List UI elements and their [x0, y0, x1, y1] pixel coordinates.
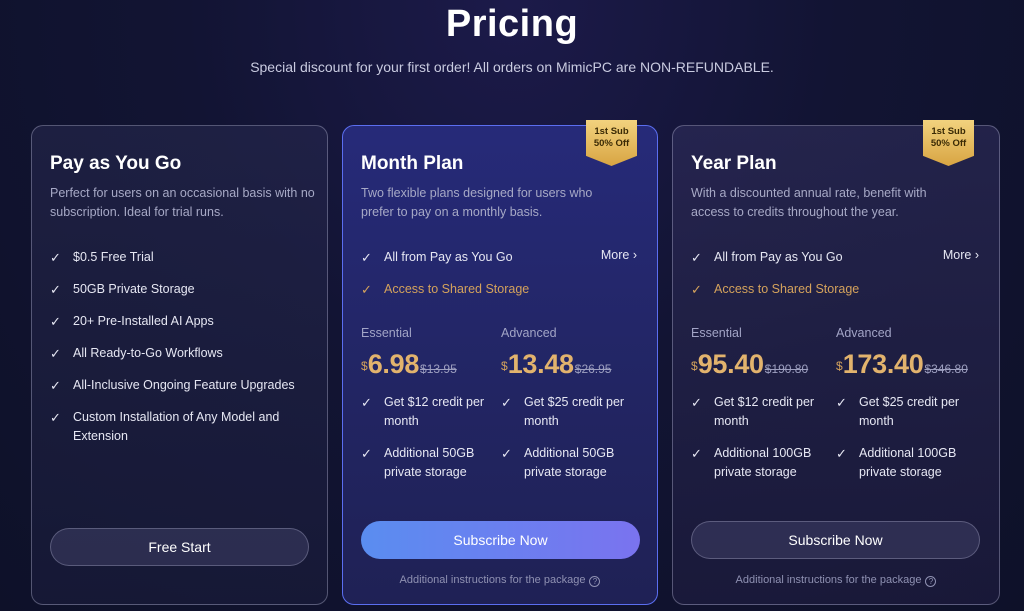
old-price: $13.95 [420, 362, 457, 376]
tier-advanced: Advanced $13.48$26.95 ✓ Get $25 credit pe… [501, 326, 633, 495]
tier-label: Advanced [501, 326, 557, 340]
help-circle-icon: ? [925, 576, 937, 587]
check-icon: ✓ [691, 395, 702, 410]
plan-card-year: 1st Sub 50% Off Year Plan With a discoun… [672, 120, 1000, 605]
subscribe-now-button[interactable]: Subscribe Now [361, 521, 640, 559]
tier-feature-list: ✓ Get $25 credit per month ✓ Additional 10… [836, 393, 968, 482]
feature-item: ✓ 50GB Private Storage [50, 282, 195, 297]
check-icon: ✓ [50, 250, 61, 265]
plan-description: Two flexible plans designed for users wh… [361, 186, 593, 219]
price: $13.48$26.95 [501, 349, 612, 379]
feature-item: ✓ All from Pay as You Go [361, 250, 513, 265]
chevron-right-icon: › [632, 248, 637, 262]
feature-item: ✓ Custom Installation of Any Model and Ex… [50, 410, 280, 443]
feature-item: ✓ Additional 50GB private storage [361, 446, 475, 479]
plan-card-pay-as-you-go: Pay as You Go Perfect for users on an oc… [31, 125, 328, 605]
help-circle-icon: ? [589, 576, 601, 587]
feature-item-shared-storage: ✓ Access to Shared Storage [691, 282, 860, 297]
page-title: Pricing [445, 3, 579, 45]
price: $95.40$190.80 [691, 349, 809, 379]
tier-label: Essential [361, 326, 412, 340]
old-price: $190.80 [764, 362, 809, 376]
tier-essential: Essential $95.40$190.80 ✓ Get $12 credit … [691, 326, 823, 495]
more-link[interactable]: More › [943, 248, 979, 262]
feature-item: ✓ Additional 100GB private storage [836, 446, 957, 479]
feature-item: ✓ Additional 50GB private storage [501, 446, 615, 479]
feature-item: ✓ 20+ Pre-Installed AI Apps [50, 314, 214, 329]
chevron-right-icon: › [974, 248, 979, 262]
plan-title: Pay as You Go [50, 153, 182, 174]
feature-item: ✓ All-Inclusive Ongoing Feature Upgrades [50, 378, 295, 393]
old-price: $346.80 [924, 362, 968, 376]
discount-badge: 1st Sub 50% Off [586, 120, 637, 166]
price: $6.98$13.95 [361, 349, 457, 379]
check-icon: ✓ [50, 378, 61, 393]
tier-feature-list: ✓ Get $12 credit per month ✓ Additional 10… [691, 393, 823, 482]
check-icon: ✓ [50, 410, 61, 425]
feature-item: ✓ Additional 100GB private storage [691, 446, 812, 479]
tier-advanced: Advanced $173.40$346.80 ✓ Get $25 credit … [836, 326, 968, 495]
check-icon: ✓ [361, 395, 372, 410]
feature-item: ✓ Get $12 credit per month [691, 395, 815, 428]
tier-label: Essential [691, 326, 742, 340]
page-subtitle: Special discount for your first order! A… [250, 59, 774, 75]
feature-item: ✓ Get $25 credit per month [836, 395, 960, 428]
check-icon: ✓ [691, 446, 702, 461]
more-link[interactable]: More › [601, 248, 637, 262]
subscribe-now-button[interactable]: Subscribe Now [691, 521, 980, 559]
feature-item: ✓ $0.5 Free Trial [50, 250, 154, 265]
check-icon: ✓ [836, 446, 847, 461]
package-instructions[interactable]: Additional instructions for the package? [343, 574, 657, 587]
check-icon: ✓ [501, 446, 512, 461]
check-icon: ✓ [361, 282, 372, 297]
check-icon: ✓ [50, 282, 61, 297]
old-price: $26.95 [574, 362, 612, 376]
check-icon: ✓ [361, 446, 372, 461]
check-icon: ✓ [691, 250, 702, 265]
plan-description: Perfect for users on an occasional basis… [50, 186, 315, 219]
tier-feature-list: ✓ Get $25 credit per month ✓ Additional 50… [501, 393, 633, 482]
check-icon: ✓ [501, 395, 512, 410]
tier-feature-list: ✓ Get $12 credit per month ✓ Additional 50… [361, 393, 493, 482]
feature-item: ✓ Get $12 credit per month [361, 395, 485, 428]
feature-list: ✓ All from Pay as You Go ✓ Access to Share… [691, 248, 981, 299]
feature-list: ✓ All from Pay as You Go ✓ Access to Share… [361, 248, 639, 299]
check-icon: ✓ [361, 250, 372, 265]
plan-card-month: 1st Sub 50% Off Month Plan Two flexible … [342, 120, 658, 605]
tier-label: Advanced [836, 326, 892, 340]
check-icon: ✓ [691, 282, 702, 297]
price: $173.40$346.80 [836, 349, 968, 379]
plan-title: Month Plan [361, 153, 464, 174]
feature-list: ✓ $0.5 Free Trial ✓ 50GB Private Storage ✓… [50, 248, 309, 446]
feature-item: ✓ Get $25 credit per month [501, 395, 625, 428]
package-instructions[interactable]: Additional instructions for the package? [673, 574, 999, 587]
feature-item: ✓ All Ready-to-Go Workflows [50, 346, 223, 361]
feature-item: ✓ All from Pay as You Go [691, 250, 843, 265]
check-icon: ✓ [50, 346, 61, 361]
plan-title: Year Plan [691, 153, 777, 174]
plan-description: With a discounted annual rate, benefit w… [691, 186, 927, 219]
check-icon: ✓ [836, 395, 847, 410]
free-start-button[interactable]: Free Start [50, 528, 309, 566]
discount-badge: 1st Sub 50% Off [923, 120, 974, 166]
check-icon: ✓ [50, 314, 61, 329]
tier-essential: Essential $6.98$13.95 ✓ Get $12 credit pe… [361, 326, 493, 495]
feature-item-shared-storage: ✓ Access to Shared Storage [361, 282, 530, 297]
